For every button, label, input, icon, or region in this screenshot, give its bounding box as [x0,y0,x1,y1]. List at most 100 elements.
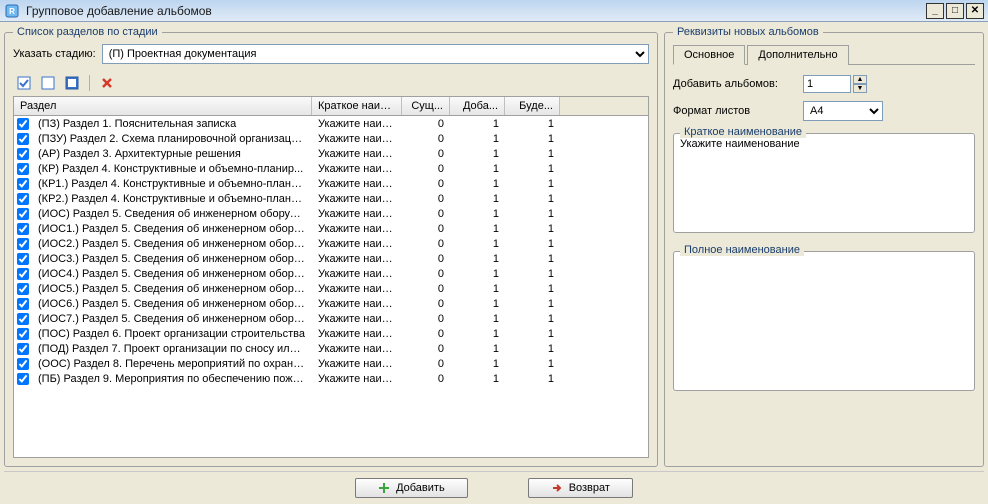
row-checkbox[interactable] [14,373,32,385]
row-will: 1 [505,268,560,280]
row-exist: 0 [402,133,450,145]
row-will: 1 [505,193,560,205]
stage-select[interactable]: (П) Проектная документация [102,44,649,64]
format-select[interactable]: А4 [803,101,883,121]
row-checkbox[interactable] [14,313,32,325]
row-checkbox[interactable] [14,223,32,235]
spin-down-icon[interactable]: ▼ [853,84,867,93]
row-short: Укажите наим... [312,163,402,175]
row-exist: 0 [402,373,450,385]
row-label: (ИОС4.) Раздел 5. Сведения об инженерном… [32,268,312,280]
row-short: Укажите наим... [312,193,402,205]
row-will: 1 [505,283,560,295]
table-row[interactable]: (ИОС1.) Раздел 5. Сведения об инженерном… [14,221,648,236]
row-label: (КР) Раздел 4. Конструктивные и объемно-… [32,163,312,175]
row-checkbox[interactable] [14,178,32,190]
row-will: 1 [505,298,560,310]
row-short: Укажите наим... [312,298,402,310]
short-name-group: Краткое наименование Укажите наименовани… [673,133,975,233]
delete-icon[interactable] [98,74,116,92]
table-row[interactable]: (ИОС3.) Раздел 5. Сведения об инженерном… [14,251,648,266]
row-add: 1 [450,313,505,325]
table-row[interactable]: (ИОС) Раздел 5. Сведения об инженерном о… [14,206,648,221]
row-label: (ООС) Раздел 8. Перечень мероприятий по … [32,358,312,370]
table-row[interactable]: (ИОС2.) Раздел 5. Сведения об инженерном… [14,236,648,251]
table-row[interactable]: (ИОС4.) Раздел 5. Сведения об инженерном… [14,266,648,281]
row-exist: 0 [402,283,450,295]
table-row[interactable]: (ИОС7.) Раздел 5. Сведения об инженерном… [14,311,648,326]
table-row[interactable]: (КР1.) Раздел 4. Конструктивные и объемн… [14,176,648,191]
check-all-icon[interactable] [15,74,33,92]
row-short: Укажите наим... [312,223,402,235]
tab-main[interactable]: Основное [673,45,745,65]
sections-grid: Раздел Краткое наиме... Сущ... Доба... Б… [13,96,649,458]
row-label: (ПОД) Раздел 7. Проект организации по сн… [32,343,312,355]
row-checkbox[interactable] [14,253,32,265]
table-row[interactable]: (КР) Раздел 4. Конструктивные и объемно-… [14,161,648,176]
row-add: 1 [450,238,505,250]
row-add: 1 [450,358,505,370]
close-button[interactable]: ✕ [966,3,984,19]
table-row[interactable]: (ПОС) Раздел 6. Проект организации строи… [14,326,648,341]
row-checkbox[interactable] [14,298,32,310]
minimize-button[interactable]: _ [926,3,944,19]
row-checkbox[interactable] [14,358,32,370]
col-will[interactable]: Буде... [505,97,560,115]
table-row[interactable]: (ПОД) Раздел 7. Проект организации по сн… [14,341,648,356]
format-label: Формат листов [673,105,803,117]
uncheck-all-icon[interactable] [39,74,57,92]
row-will: 1 [505,178,560,190]
row-checkbox[interactable] [14,133,32,145]
col-add[interactable]: Доба... [450,97,505,115]
row-checkbox[interactable] [14,343,32,355]
row-short: Укажите наим... [312,343,402,355]
col-exist[interactable]: Сущ... [402,97,450,115]
table-row[interactable]: (ООС) Раздел 8. Перечень мероприятий по … [14,356,648,371]
row-checkbox[interactable] [14,283,32,295]
row-checkbox[interactable] [14,268,32,280]
svg-text:R: R [9,7,15,16]
table-row[interactable]: (КР2.) Раздел 4. Конструктивные и объемн… [14,191,648,206]
row-label: (КР1.) Раздел 4. Конструктивные и объемн… [32,178,312,190]
table-row[interactable]: (ИОС6.) Раздел 5. Сведения об инженерном… [14,296,648,311]
table-row[interactable]: (ИОС5.) Раздел 5. Сведения об инженерном… [14,281,648,296]
row-add: 1 [450,268,505,280]
row-exist: 0 [402,118,450,130]
tab-extra[interactable]: Дополнительно [747,45,848,65]
spin-up-icon[interactable]: ▲ [853,75,867,84]
row-add: 1 [450,298,505,310]
row-label: (КР2.) Раздел 4. Конструктивные и объемн… [32,193,312,205]
row-checkbox[interactable] [14,163,32,175]
row-label: (ПОС) Раздел 6. Проект организации строи… [32,328,312,340]
app-icon: R [4,3,20,19]
row-checkbox[interactable] [14,208,32,220]
row-label: (АР) Раздел 3. Архитектурные решения [32,148,312,160]
grid-body[interactable]: (ПЗ) Раздел 1. Пояснительная запискаУкаж… [14,116,648,457]
row-exist: 0 [402,238,450,250]
row-will: 1 [505,208,560,220]
back-button-label: Возврат [569,482,610,494]
row-checkbox[interactable] [14,193,32,205]
row-short: Укажите наим... [312,118,402,130]
add-button[interactable]: Добавить [355,478,468,498]
row-checkbox[interactable] [14,238,32,250]
row-short: Укажите наим... [312,238,402,250]
row-checkbox[interactable] [14,118,32,130]
add-albums-spinner[interactable]: ▲ ▼ [803,75,867,93]
invert-icon[interactable] [63,74,81,92]
col-section[interactable]: Раздел [14,97,312,115]
sections-legend: Список разделов по стадии [13,26,162,38]
col-short[interactable]: Краткое наиме... [312,97,402,115]
row-checkbox[interactable] [14,328,32,340]
add-albums-input[interactable] [803,75,851,93]
maximize-button[interactable]: □ [946,3,964,19]
row-add: 1 [450,223,505,235]
row-checkbox[interactable] [14,148,32,160]
table-row[interactable]: (ПЗ) Раздел 1. Пояснительная запискаУкаж… [14,116,648,131]
titlebar: R Групповое добавление альбомов _ □ ✕ [0,0,988,22]
table-row[interactable]: (ПЗУ) Раздел 2. Схема планировочной орга… [14,131,648,146]
table-row[interactable]: (АР) Раздел 3. Архитектурные решенияУкаж… [14,146,648,161]
table-row[interactable]: (ПБ) Раздел 9. Мероприятия по обеспечени… [14,371,648,386]
short-name-value[interactable]: Укажите наименование [680,138,968,150]
back-button[interactable]: Возврат [528,478,633,498]
